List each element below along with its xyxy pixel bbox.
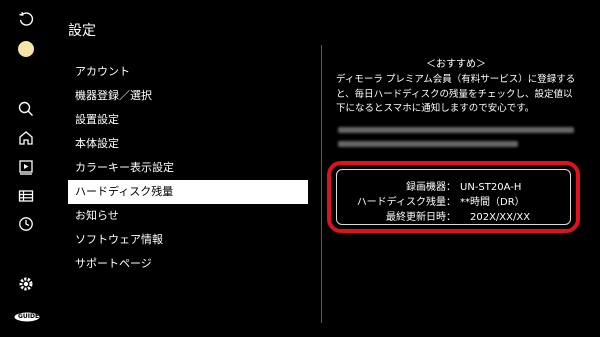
updated-label: 最終更新日時： bbox=[386, 212, 456, 223]
updated-value: 202X/XX/XX bbox=[470, 212, 531, 223]
refresh-icon[interactable] bbox=[16, 9, 36, 29]
gguide-logo: GUIDE bbox=[14, 312, 40, 324]
recommend-text: ディモーラ プレミアム会員（有料サービス）に登録すると、毎日ハードディスクの残量… bbox=[336, 73, 578, 117]
search-icon[interactable] bbox=[16, 99, 36, 119]
list-icon[interactable] bbox=[16, 186, 36, 206]
menu-item-software-info[interactable]: ソフトウェア情報 bbox=[68, 228, 308, 252]
menu-item-notices[interactable]: お知らせ bbox=[68, 204, 308, 228]
blurred-text-1 bbox=[338, 127, 574, 133]
recommend-line-2: 下になるとスマホに通知しますので安心です。 bbox=[336, 103, 535, 114]
blurred-text-2 bbox=[338, 141, 518, 147]
panel-divider bbox=[321, 45, 322, 323]
remaining-value: **時間（DR） bbox=[460, 197, 525, 208]
menu-item-device-registration[interactable]: 機器登録／選択 bbox=[68, 84, 308, 108]
recorder-value: UN-ST20A-H bbox=[460, 182, 522, 193]
home-icon[interactable] bbox=[16, 128, 36, 148]
recommend-line-1: ディモーラ プレミアム会員（有料サービス）に登録すると、毎日ハードディスクの残量… bbox=[336, 74, 576, 100]
page-title: 設定 bbox=[68, 23, 96, 39]
menu-item-account[interactable]: アカウント bbox=[68, 60, 308, 84]
icon-rail: GUIDE bbox=[0, 0, 52, 337]
menu-item-unit-settings[interactable]: 本体設定 bbox=[68, 132, 308, 156]
remaining-label: ハードディスク残量： bbox=[356, 197, 456, 208]
settings-icon[interactable] bbox=[16, 274, 36, 294]
profile-icon[interactable] bbox=[16, 39, 36, 59]
menu-item-color-key[interactable]: カラーキー表示設定 bbox=[68, 156, 308, 180]
menu-item-support-page[interactable]: サポートページ bbox=[68, 252, 308, 276]
menu-item-hdd-remaining[interactable]: ハードディスク残量 bbox=[68, 180, 308, 204]
updated-row: 最終更新日時： 202X/XX/XX bbox=[336, 208, 571, 223]
remaining-row: ハードディスク残量： **時間（DR） bbox=[336, 193, 571, 208]
recorder-label: 録画機器： bbox=[406, 182, 456, 193]
settings-menu: アカウント 機器登録／選択 設置設定 本体設定 カラーキー表示設定 ハードディス… bbox=[68, 60, 308, 276]
clock-icon[interactable] bbox=[16, 214, 36, 234]
menu-item-installation[interactable]: 設置設定 bbox=[68, 108, 308, 132]
recorder-row: 録画機器： UN-ST20A-H bbox=[336, 178, 571, 193]
video-icon[interactable] bbox=[16, 157, 36, 177]
gguide-logo-text: GUIDE bbox=[18, 313, 40, 320]
recommend-heading: ＜おすすめ＞ bbox=[426, 59, 486, 70]
